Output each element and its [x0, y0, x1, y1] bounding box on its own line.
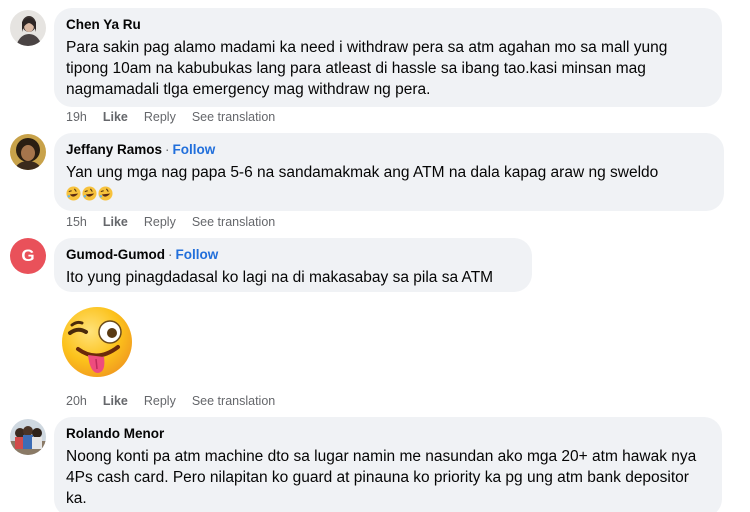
comment-text: Noong konti pa atm machine dto sa lugar …	[66, 448, 697, 507]
comment-bubble: Gumod-Gumod · Follow Ito yung pinagdadas…	[54, 238, 532, 292]
comment-author[interactable]: Jeffany Ramos	[66, 141, 162, 159]
comment-text: Yan ung mga nag papa 5-6 na sandamakmak …	[66, 164, 659, 181]
comment-bubble: Jeffany Ramos · Follow Yan ung mga nag p…	[54, 133, 724, 211]
follow-button[interactable]: Follow	[173, 141, 216, 159]
avatar-jeffany-ramos[interactable]	[10, 134, 46, 170]
like-button[interactable]: Like	[103, 215, 128, 229]
reply-button[interactable]: Reply	[144, 394, 176, 408]
reply-button[interactable]: Reply	[144, 215, 176, 229]
comments-section: Chen Ya Ru Para sakin pag alamo madami k…	[0, 0, 750, 512]
profile-photo-icon	[10, 10, 46, 46]
emoji-row	[66, 186, 712, 201]
comment-text: Ito yung pinagdadasal ko lagi na di maka…	[66, 269, 494, 286]
like-button[interactable]: Like	[103, 110, 128, 124]
sticker	[60, 305, 134, 384]
separator-dot: ·	[167, 247, 173, 262]
see-translation-link[interactable]: See translation	[192, 215, 275, 229]
reply-button[interactable]: Reply	[144, 110, 176, 124]
comment-bubble: Rolando Menor Noong konti pa atm machine…	[54, 417, 722, 512]
comment-author[interactable]: Chen Ya Ru	[66, 16, 710, 34]
comment-author[interactable]: Gumod-Gumod	[66, 246, 165, 264]
see-translation-link[interactable]: See translation	[192, 110, 275, 124]
comment-time[interactable]: 19h	[66, 110, 87, 124]
see-translation-link[interactable]: See translation	[192, 394, 275, 408]
comment-author[interactable]: Rolando Menor	[66, 425, 710, 443]
avatar-chen-ya-ru[interactable]	[10, 10, 46, 46]
rolling-laughing-emoji-icon	[66, 186, 81, 201]
follow-button[interactable]: Follow	[175, 246, 218, 264]
avatar-letter: G	[21, 246, 35, 265]
profile-photo-icon	[10, 419, 46, 455]
comment-author-row: Jeffany Ramos · Follow	[66, 141, 712, 159]
avatar-gumod-gumod[interactable]: G	[10, 238, 46, 274]
profile-photo-icon	[10, 134, 46, 170]
comment-actions: 15h Like Reply See translation	[66, 215, 291, 229]
comment-text: Para sakin pag alamo madami ka need i wi…	[66, 39, 668, 98]
comment-time[interactable]: 20h	[66, 394, 87, 408]
rolling-laughing-emoji-icon	[82, 186, 97, 201]
winking-tongue-face-icon	[62, 307, 132, 377]
comment-author-row: Gumod-Gumod · Follow	[66, 246, 520, 264]
rolling-laughing-emoji-icon	[98, 186, 113, 201]
comment-actions: 20h Like Reply See translation	[66, 394, 291, 408]
avatar-rolando-menor[interactable]	[10, 419, 46, 455]
comment-actions: 19h Like Reply See translation	[66, 110, 291, 124]
separator-dot: ·	[165, 142, 170, 157]
comment-bubble: Chen Ya Ru Para sakin pag alamo madami k…	[54, 8, 722, 107]
like-button[interactable]: Like	[103, 394, 128, 408]
comment-time[interactable]: 15h	[66, 215, 87, 229]
